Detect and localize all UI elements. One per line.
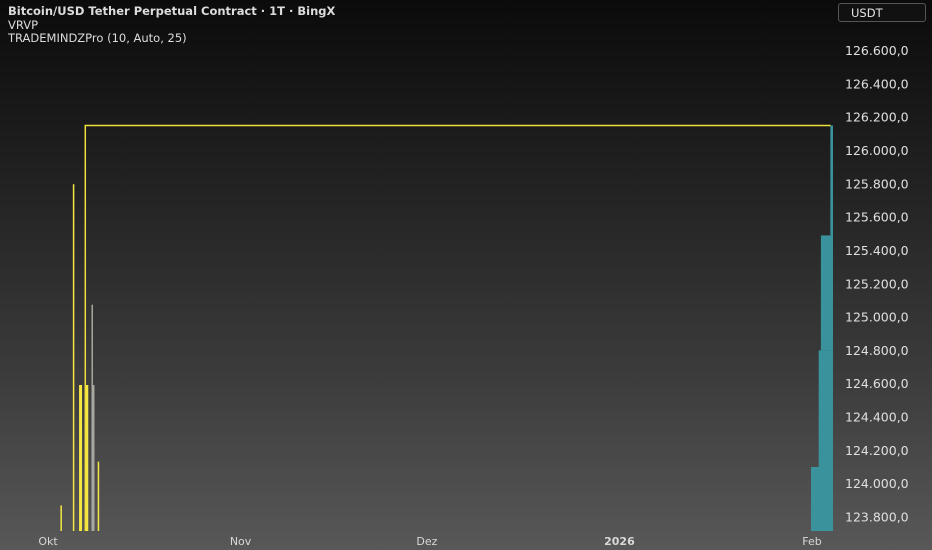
price-tick-label: 123.800,0	[845, 510, 909, 525]
price-axis[interactable]: 126.600,0 126.400,0 126.200,0 126.000,0 125.…	[845, 43, 909, 525]
price-tick-label: 124.400,0	[845, 410, 909, 425]
vrvp-bar	[818, 350, 833, 468]
price-chart[interactable]: 126.600,0 126.400,0 126.200,0 126.000,0 125.…	[0, 0, 932, 550]
time-tick-label: Nov	[230, 535, 252, 548]
price-tick-label: 125.600,0	[845, 210, 909, 225]
time-tick-label: Feb	[802, 535, 821, 548]
price-tick-label: 124.200,0	[845, 443, 909, 458]
price-tick-label: 125.800,0	[845, 176, 909, 191]
vrvp-bar	[830, 125, 833, 236]
time-axis[interactable]: Okt Nov Dez 2026 Feb	[38, 535, 821, 548]
volume-bar	[97, 461, 100, 531]
time-tick-label: 2026	[604, 535, 635, 548]
volume-bars	[60, 184, 100, 531]
price-line-layer	[84, 124, 831, 531]
vrvp-bar	[811, 467, 833, 531]
price-tick-label: 126.600,0	[845, 43, 909, 58]
volume-bar	[79, 385, 83, 531]
volume-bar	[72, 184, 75, 531]
price-tick-label: 124.000,0	[845, 476, 909, 491]
price-tick-label: 126.400,0	[845, 76, 909, 91]
price-tick-label: 124.800,0	[845, 343, 909, 358]
volume-profile	[811, 125, 833, 531]
price-tick-label: 126.000,0	[845, 143, 909, 158]
volume-bar	[60, 505, 62, 531]
time-tick-label: Okt	[38, 535, 58, 548]
time-tick-label: Dez	[416, 535, 437, 548]
price-tick-label: 126.200,0	[845, 110, 909, 125]
price-tick-label: 125.400,0	[845, 243, 909, 258]
price-tick-label: 125.000,0	[845, 310, 909, 325]
price-line	[84, 124, 831, 531]
price-tick-label: 125.200,0	[845, 276, 909, 291]
vrvp-bar	[820, 235, 833, 351]
price-tick-label: 124.600,0	[845, 376, 909, 391]
volume-bar	[91, 304, 93, 531]
